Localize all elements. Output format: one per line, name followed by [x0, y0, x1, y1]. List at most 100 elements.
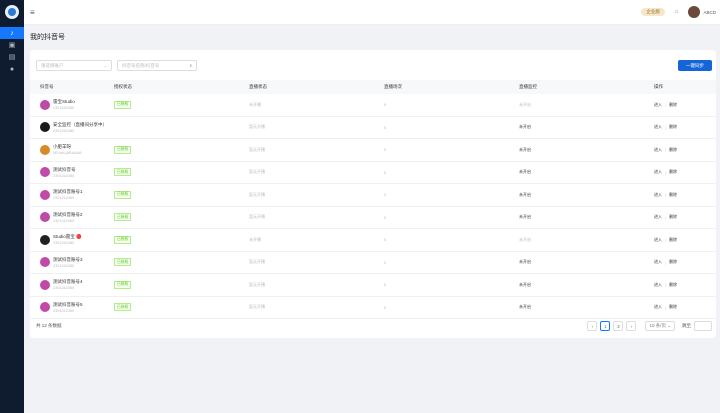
delete-link[interactable]: 删除 — [669, 147, 677, 153]
divider: | — [665, 282, 667, 288]
menu-toggle-icon[interactable]: ≡ — [30, 8, 35, 17]
account-name: 测试抖音账号1 — [53, 189, 83, 195]
monitor-status: 未开启 — [519, 281, 531, 287]
monitor-status: 未开启 — [519, 214, 531, 220]
page-size-select[interactable]: 10 条/页 ⌄ — [645, 321, 675, 331]
table-row: 安全监控（直播间分享中） 2301242480 暂无开播 0 未开启 进入 | … — [30, 117, 716, 139]
delete-link[interactable]: 删除 — [669, 259, 677, 265]
jump-label: 跳至 — [682, 323, 691, 328]
vip-badge[interactable]: 企业版 — [641, 8, 665, 16]
live-count: 0 — [384, 102, 387, 108]
sync-all-button[interactable]: 一键同步 — [678, 60, 712, 71]
account-name: 测试抖音账号3 — [53, 256, 83, 262]
live-status: 暂无开播 — [249, 191, 265, 197]
user-icon: ● — [9, 65, 15, 73]
divider: | — [665, 102, 667, 108]
account-cell: 测试抖音账号2 2301242480 — [30, 212, 114, 223]
auth-cell: 已授权 — [114, 100, 249, 109]
avatar — [40, 302, 50, 313]
pagination-bar: 共 12 条数据 ‹ 1 2 › 10 条/页 ⌄ 跳至 — [36, 320, 712, 332]
account-cell: 测试抖音账号5 2301242480 — [30, 302, 114, 313]
delete-link[interactable]: 删除 — [669, 169, 677, 175]
account-cell: 测试抖音账号4 2301242480 — [30, 279, 114, 290]
page-2-button[interactable]: 2 — [613, 321, 624, 331]
table-header: 抖音号 授权状态 直播状态 直播场次 直播监控 操作 — [30, 80, 716, 94]
auth-cell: 已授权 — [114, 190, 249, 199]
sidebar-item-user-icon[interactable]: ● — [0, 63, 24, 75]
account-id: 2301242480 — [53, 106, 75, 111]
enter-link[interactable]: 进入 — [654, 214, 662, 220]
username: ABCD — [703, 9, 716, 15]
search-input[interactable]: 抖音号名称/抖音号 ⌕ — [117, 60, 197, 71]
delete-link[interactable]: 删除 — [669, 282, 677, 288]
tiktok-icon: ♪ — [10, 29, 14, 37]
auth-cell: 已授权 — [114, 258, 249, 267]
jump-input[interactable] — [694, 321, 712, 331]
enter-link[interactable]: 进入 — [654, 102, 662, 108]
delete-link[interactable]: 删除 — [669, 192, 677, 198]
search-placeholder: 抖音号名称/抖音号 — [122, 62, 160, 68]
status-badge: 已授权 — [114, 145, 132, 154]
home-icon[interactable]: ⌂ — [675, 9, 679, 15]
video-icon: ▤ — [8, 54, 16, 61]
divider: | — [665, 147, 667, 153]
account-cell: 测试抖音账号3 2301242480 — [30, 257, 114, 268]
enter-link[interactable]: 进入 — [654, 259, 662, 265]
account-id: 2301242480 — [53, 308, 75, 313]
app-logo — [5, 5, 19, 19]
table-row: 小肥羊呀 MS4wLjABAAAA 已授权 暂无开播 0 未开启 进入 | 删除 — [30, 139, 716, 162]
account-cell: 雷宝Studio 2301242480 — [30, 99, 114, 110]
enter-link[interactable]: 进入 — [654, 282, 662, 288]
divider: | — [665, 259, 667, 265]
sidebar-item-video-icon[interactable]: ▤ — [0, 51, 24, 63]
user-menu[interactable]: ABCD — [688, 6, 716, 18]
enter-link[interactable]: 进入 — [654, 124, 662, 130]
delete-link[interactable]: 删除 — [669, 124, 677, 130]
monitor-status: 未开启 — [519, 304, 531, 310]
status-badge: 已授权 — [114, 280, 132, 289]
enter-link[interactable]: 进入 — [654, 237, 662, 243]
status-badge: 已授权 — [114, 303, 132, 312]
delete-link[interactable]: 删除 — [669, 304, 677, 310]
col-count: 直播场次 — [384, 84, 402, 89]
account-id: 2301242480 — [53, 263, 75, 268]
col-auth: 授权状态 — [114, 84, 132, 89]
monitor-status: 未开启 — [519, 146, 531, 152]
sidebar-item-tiktok-icon[interactable]: ♪ — [0, 27, 24, 39]
enter-link[interactable]: 进入 — [654, 304, 662, 310]
delete-link[interactable]: 删除 — [669, 102, 677, 108]
table-row: Studio雷宝 🔴 2301242480 已授权 未开播 0 未开启 进入 |… — [30, 229, 716, 252]
table-row: 测试抖音账号3 2301242480 已授权 暂无开播 0 未开启 进入 | 删… — [30, 252, 716, 274]
live-count: 0 — [384, 259, 387, 265]
sidebar-item-box-icon[interactable]: ▣ — [0, 39, 24, 51]
avatar — [40, 279, 50, 290]
live-count: 0 — [384, 124, 387, 130]
delete-link[interactable]: 删除 — [669, 237, 677, 243]
auth-cell: 已授权 — [114, 280, 249, 289]
col-monitor: 直播监控 — [519, 84, 537, 89]
account-id: 2301242480 — [53, 218, 75, 223]
monitor-status: 未开启 — [519, 191, 531, 197]
avatar — [40, 167, 50, 178]
account-id: 2301242480 — [53, 196, 75, 201]
account-select-placeholder: 请选择账户 — [41, 62, 64, 68]
table-row: 测试抖音账号5 2301242480 已授权 暂无开播 0 未开启 进入 | 删… — [30, 297, 716, 319]
account-name: Studio雷宝 🔴 — [53, 234, 82, 240]
live-status: 暂无开播 — [249, 304, 265, 310]
divider: | — [665, 304, 667, 310]
col-actions: 操作 — [654, 84, 663, 89]
delete-link[interactable]: 删除 — [669, 214, 677, 220]
account-select[interactable]: 请选择账户 ⌄ — [36, 60, 112, 71]
monitor-status: 未开启 — [519, 236, 531, 242]
enter-link[interactable]: 进入 — [654, 169, 662, 175]
enter-link[interactable]: 进入 — [654, 147, 662, 153]
enter-link[interactable]: 进入 — [654, 192, 662, 198]
live-status: 暂无开播 — [249, 214, 265, 220]
avatar — [688, 6, 701, 18]
search-icon[interactable]: ⌕ — [189, 63, 192, 68]
prev-page-button[interactable]: ‹ — [587, 321, 598, 331]
account-cell: Studio雷宝 🔴 2301242480 — [30, 234, 114, 245]
auth-cell: 已授权 — [114, 145, 249, 154]
next-page-button[interactable]: › — [626, 321, 637, 331]
page-1-button[interactable]: 1 — [600, 321, 611, 331]
